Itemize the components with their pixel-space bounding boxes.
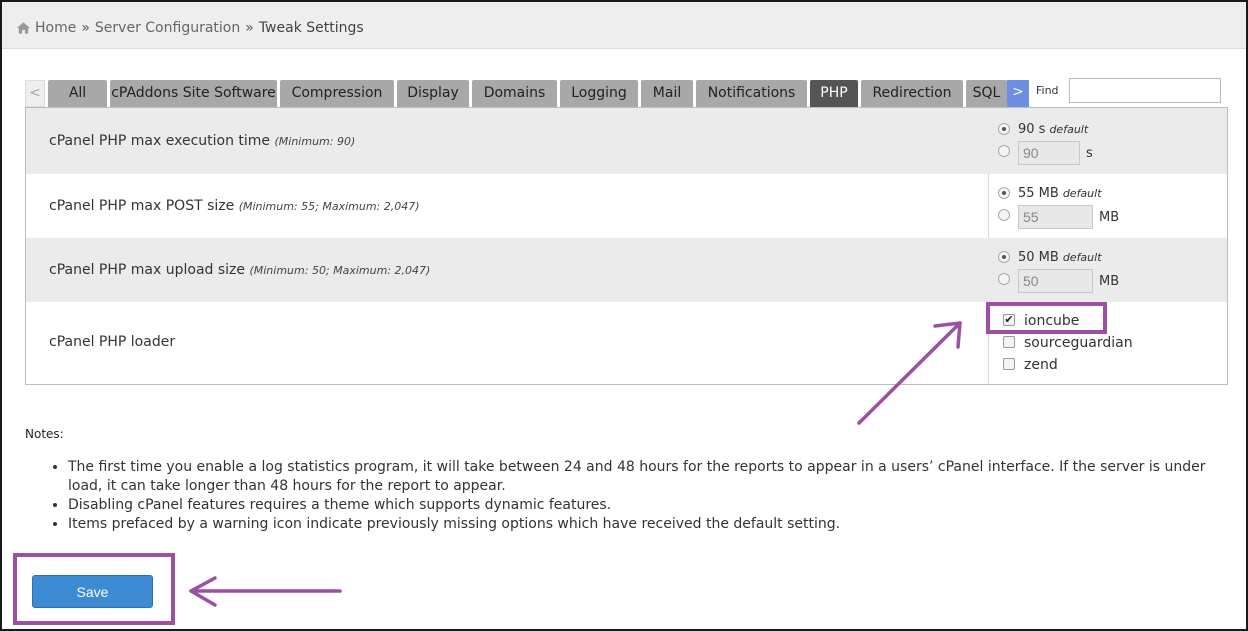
- tab-display[interactable]: Display: [397, 80, 469, 107]
- default-radio[interactable]: [998, 187, 1010, 199]
- setting-label: cPanel PHP max POST size (Minimum: 55; M…: [49, 198, 420, 214]
- breadcrumb: Home » Server Configuration » Tweak Sett…: [2, 2, 1246, 49]
- unit-label: s: [1086, 146, 1093, 161]
- default-option: 90 s default: [1018, 122, 1088, 137]
- custom-value-input[interactable]: [1018, 205, 1093, 229]
- breadcrumb-home-link[interactable]: Home: [35, 20, 76, 36]
- note-item: Items prefaced by a warning icon indicat…: [68, 515, 1220, 534]
- setting-name: cPanel PHP max POST size: [49, 198, 235, 214]
- custom-radio[interactable]: [998, 145, 1010, 157]
- custom-value-input[interactable]: [1018, 269, 1093, 293]
- default-tag: default: [1062, 187, 1102, 200]
- default-radio[interactable]: [998, 251, 1010, 263]
- tab-logging[interactable]: Logging: [560, 80, 638, 107]
- tab-all[interactable]: All: [48, 80, 107, 107]
- setting-hint: (Minimum: 90): [274, 135, 356, 148]
- ioncube-label: ioncube: [1024, 313, 1080, 329]
- default-tag: default: [1062, 251, 1102, 264]
- find-input[interactable]: [1069, 78, 1221, 103]
- settings-table: cPanel PHP max execution time (Minimum: …: [25, 107, 1228, 385]
- setting-hint: (Minimum: 50; Maximum: 2,047): [249, 264, 431, 277]
- default-value: 55 MB: [1018, 186, 1059, 201]
- default-option: 55 MB default: [1018, 186, 1102, 201]
- default-radio[interactable]: [998, 123, 1010, 135]
- ioncube-checkbox[interactable]: ✔: [1003, 314, 1015, 326]
- sourceguardian-checkbox[interactable]: [1003, 336, 1015, 348]
- arrow-to-save-icon: [189, 576, 342, 607]
- setting-name: cPanel PHP loader: [49, 334, 176, 350]
- setting-row-max-upload-size: cPanel PHP max upload size (Minimum: 50;…: [26, 238, 1227, 302]
- save-button[interactable]: Save: [32, 575, 153, 608]
- tab-sql[interactable]: SQL: [966, 80, 1007, 107]
- home-icon: [16, 22, 31, 34]
- default-option: 50 MB default: [1018, 250, 1102, 265]
- breadcrumb-section-link[interactable]: Server Configuration: [95, 20, 240, 36]
- note-item: Disabling cPanel features requires a the…: [68, 496, 1220, 515]
- notes-title: Notes:: [25, 427, 64, 441]
- sourceguardian-label: sourceguardian: [1024, 335, 1133, 351]
- default-value: 50 MB: [1018, 250, 1059, 265]
- setting-label: cPanel PHP max execution time (Minimum: …: [49, 133, 355, 149]
- unit-label: MB: [1099, 210, 1120, 225]
- custom-radio[interactable]: [998, 273, 1010, 285]
- custom-radio[interactable]: [998, 209, 1010, 221]
- custom-value-input[interactable]: [1018, 141, 1080, 165]
- setting-row-max-execution-time: cPanel PHP max execution time (Minimum: …: [26, 108, 1227, 174]
- breadcrumb-separator: »: [81, 20, 90, 36]
- notes-list: The first time you enable a log statisti…: [50, 458, 1220, 534]
- tab-domains[interactable]: Domains: [472, 80, 557, 107]
- setting-row-php-loader: cPanel PHP loader ✔ ioncube sourceguardi…: [26, 302, 1227, 384]
- zend-label: zend: [1024, 357, 1058, 373]
- default-tag: default: [1049, 123, 1089, 136]
- breadcrumb-current: Tweak Settings: [258, 20, 364, 36]
- tab-notifications[interactable]: Notifications: [696, 80, 807, 107]
- tab-compression[interactable]: Compression: [280, 80, 394, 107]
- note-item: The first time you enable a log statisti…: [68, 458, 1220, 496]
- breadcrumb-separator: »: [245, 20, 254, 36]
- default-value: 90 s: [1018, 122, 1046, 137]
- tab-php[interactable]: PHP: [810, 80, 858, 107]
- find-label: Find: [1036, 84, 1059, 97]
- zend-checkbox[interactable]: [1003, 358, 1015, 370]
- setting-name: cPanel PHP max execution time: [49, 133, 271, 149]
- tabs-next-arrow[interactable]: >: [1007, 80, 1029, 107]
- setting-name: cPanel PHP max upload size: [49, 262, 246, 278]
- tab-cpaddons-site-software[interactable]: cPAddons Site Software: [110, 80, 277, 107]
- tabs-prev-arrow[interactable]: <: [25, 80, 45, 107]
- setting-label: cPanel PHP max upload size (Minimum: 50;…: [49, 262, 430, 278]
- setting-hint: (Minimum: 55; Maximum: 2,047): [238, 200, 420, 213]
- setting-row-max-post-size: cPanel PHP max POST size (Minimum: 55; M…: [26, 174, 1227, 238]
- unit-label: MB: [1099, 274, 1120, 289]
- tab-mail[interactable]: Mail: [641, 80, 693, 107]
- tab-redirection[interactable]: Redirection: [861, 80, 963, 107]
